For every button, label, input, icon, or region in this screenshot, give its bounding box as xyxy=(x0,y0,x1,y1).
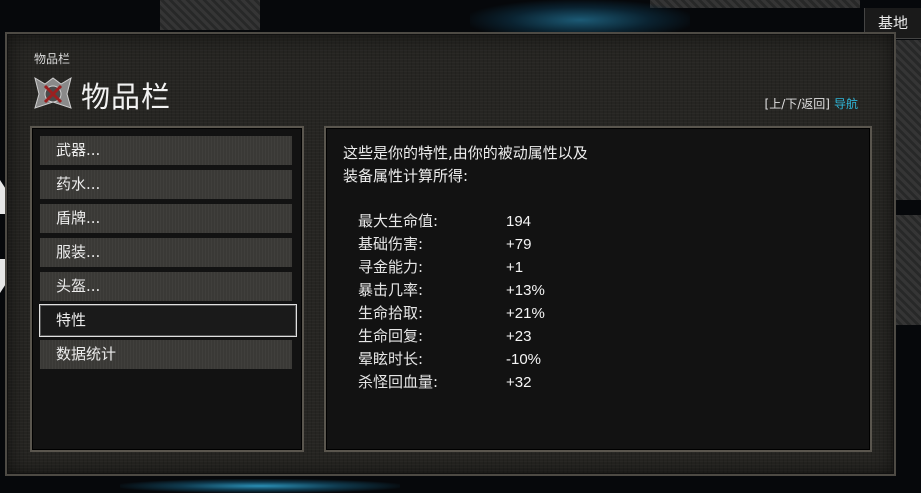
stat-value: +13% xyxy=(506,282,545,299)
stat-label: 晕眩时长: xyxy=(358,350,424,368)
stat-label: 杀怪回血量: xyxy=(358,373,439,391)
menu-item-potions[interactable]: 药水... xyxy=(40,170,292,199)
crest-icon xyxy=(34,76,72,109)
navigation-hint: [上/下/返回] 导航 xyxy=(765,95,858,112)
menu-item-outfits[interactable]: 服装... xyxy=(40,238,292,267)
background-stone-tile xyxy=(160,0,260,30)
stat-label: 基础伤害: xyxy=(358,235,424,253)
background-stone-tile xyxy=(895,215,921,325)
stat-label: 生命拾取: xyxy=(358,304,424,322)
page-title: 物品栏 xyxy=(81,80,172,114)
bottom-glow xyxy=(120,479,400,493)
background-stone-tile xyxy=(895,40,921,200)
stat-value: -10% xyxy=(506,351,542,368)
nav-keys-hint: [上/下/返回] xyxy=(764,97,830,111)
inventory-panel: 物品栏 物品栏 [上/下/返回] 导航 武器... 药水... 盾牌... 服装.… xyxy=(5,32,896,476)
traits-detail-panel: 这些是你的特性,由你的被动属性以及 装备属性计算所得: 最大生命值: 194 基础… xyxy=(324,126,872,452)
traits-description: 这些是你的特性,由你的被动属性以及 装备属性计算所得: xyxy=(343,142,683,188)
traits-description-line: 这些是你的特性,由你的被动属性以及 xyxy=(343,144,588,162)
stat-value: 194 xyxy=(506,213,532,230)
category-menu: 武器... 药水... 盾牌... 服装... 头盔... 特性 数据统计 xyxy=(30,126,304,452)
stat-label: 生命回复: xyxy=(358,327,424,345)
stat-value: +32 xyxy=(506,374,532,391)
nav-action-link[interactable]: 导航 xyxy=(834,97,858,111)
menu-item-helmets[interactable]: 头盔... xyxy=(40,272,292,301)
menu-item-shields[interactable]: 盾牌... xyxy=(40,204,292,233)
menu-item-statistics[interactable]: 数据统计 xyxy=(40,340,292,369)
stat-value: +79 xyxy=(506,236,532,253)
stat-value: +1 xyxy=(506,259,524,276)
stat-label: 寻金能力: xyxy=(358,258,424,276)
breadcrumb: 物品栏 xyxy=(34,52,71,66)
stat-value: +23 xyxy=(506,328,532,345)
stat-label: 暴击几率: xyxy=(358,281,424,299)
traits-description-line: 装备属性计算所得: xyxy=(343,167,469,185)
stat-label: 最大生命值: xyxy=(358,212,439,230)
menu-item-weapons[interactable]: 武器... xyxy=(40,136,292,165)
menu-item-traits[interactable]: 特性 xyxy=(39,304,297,337)
stat-value: +21% xyxy=(506,305,545,322)
